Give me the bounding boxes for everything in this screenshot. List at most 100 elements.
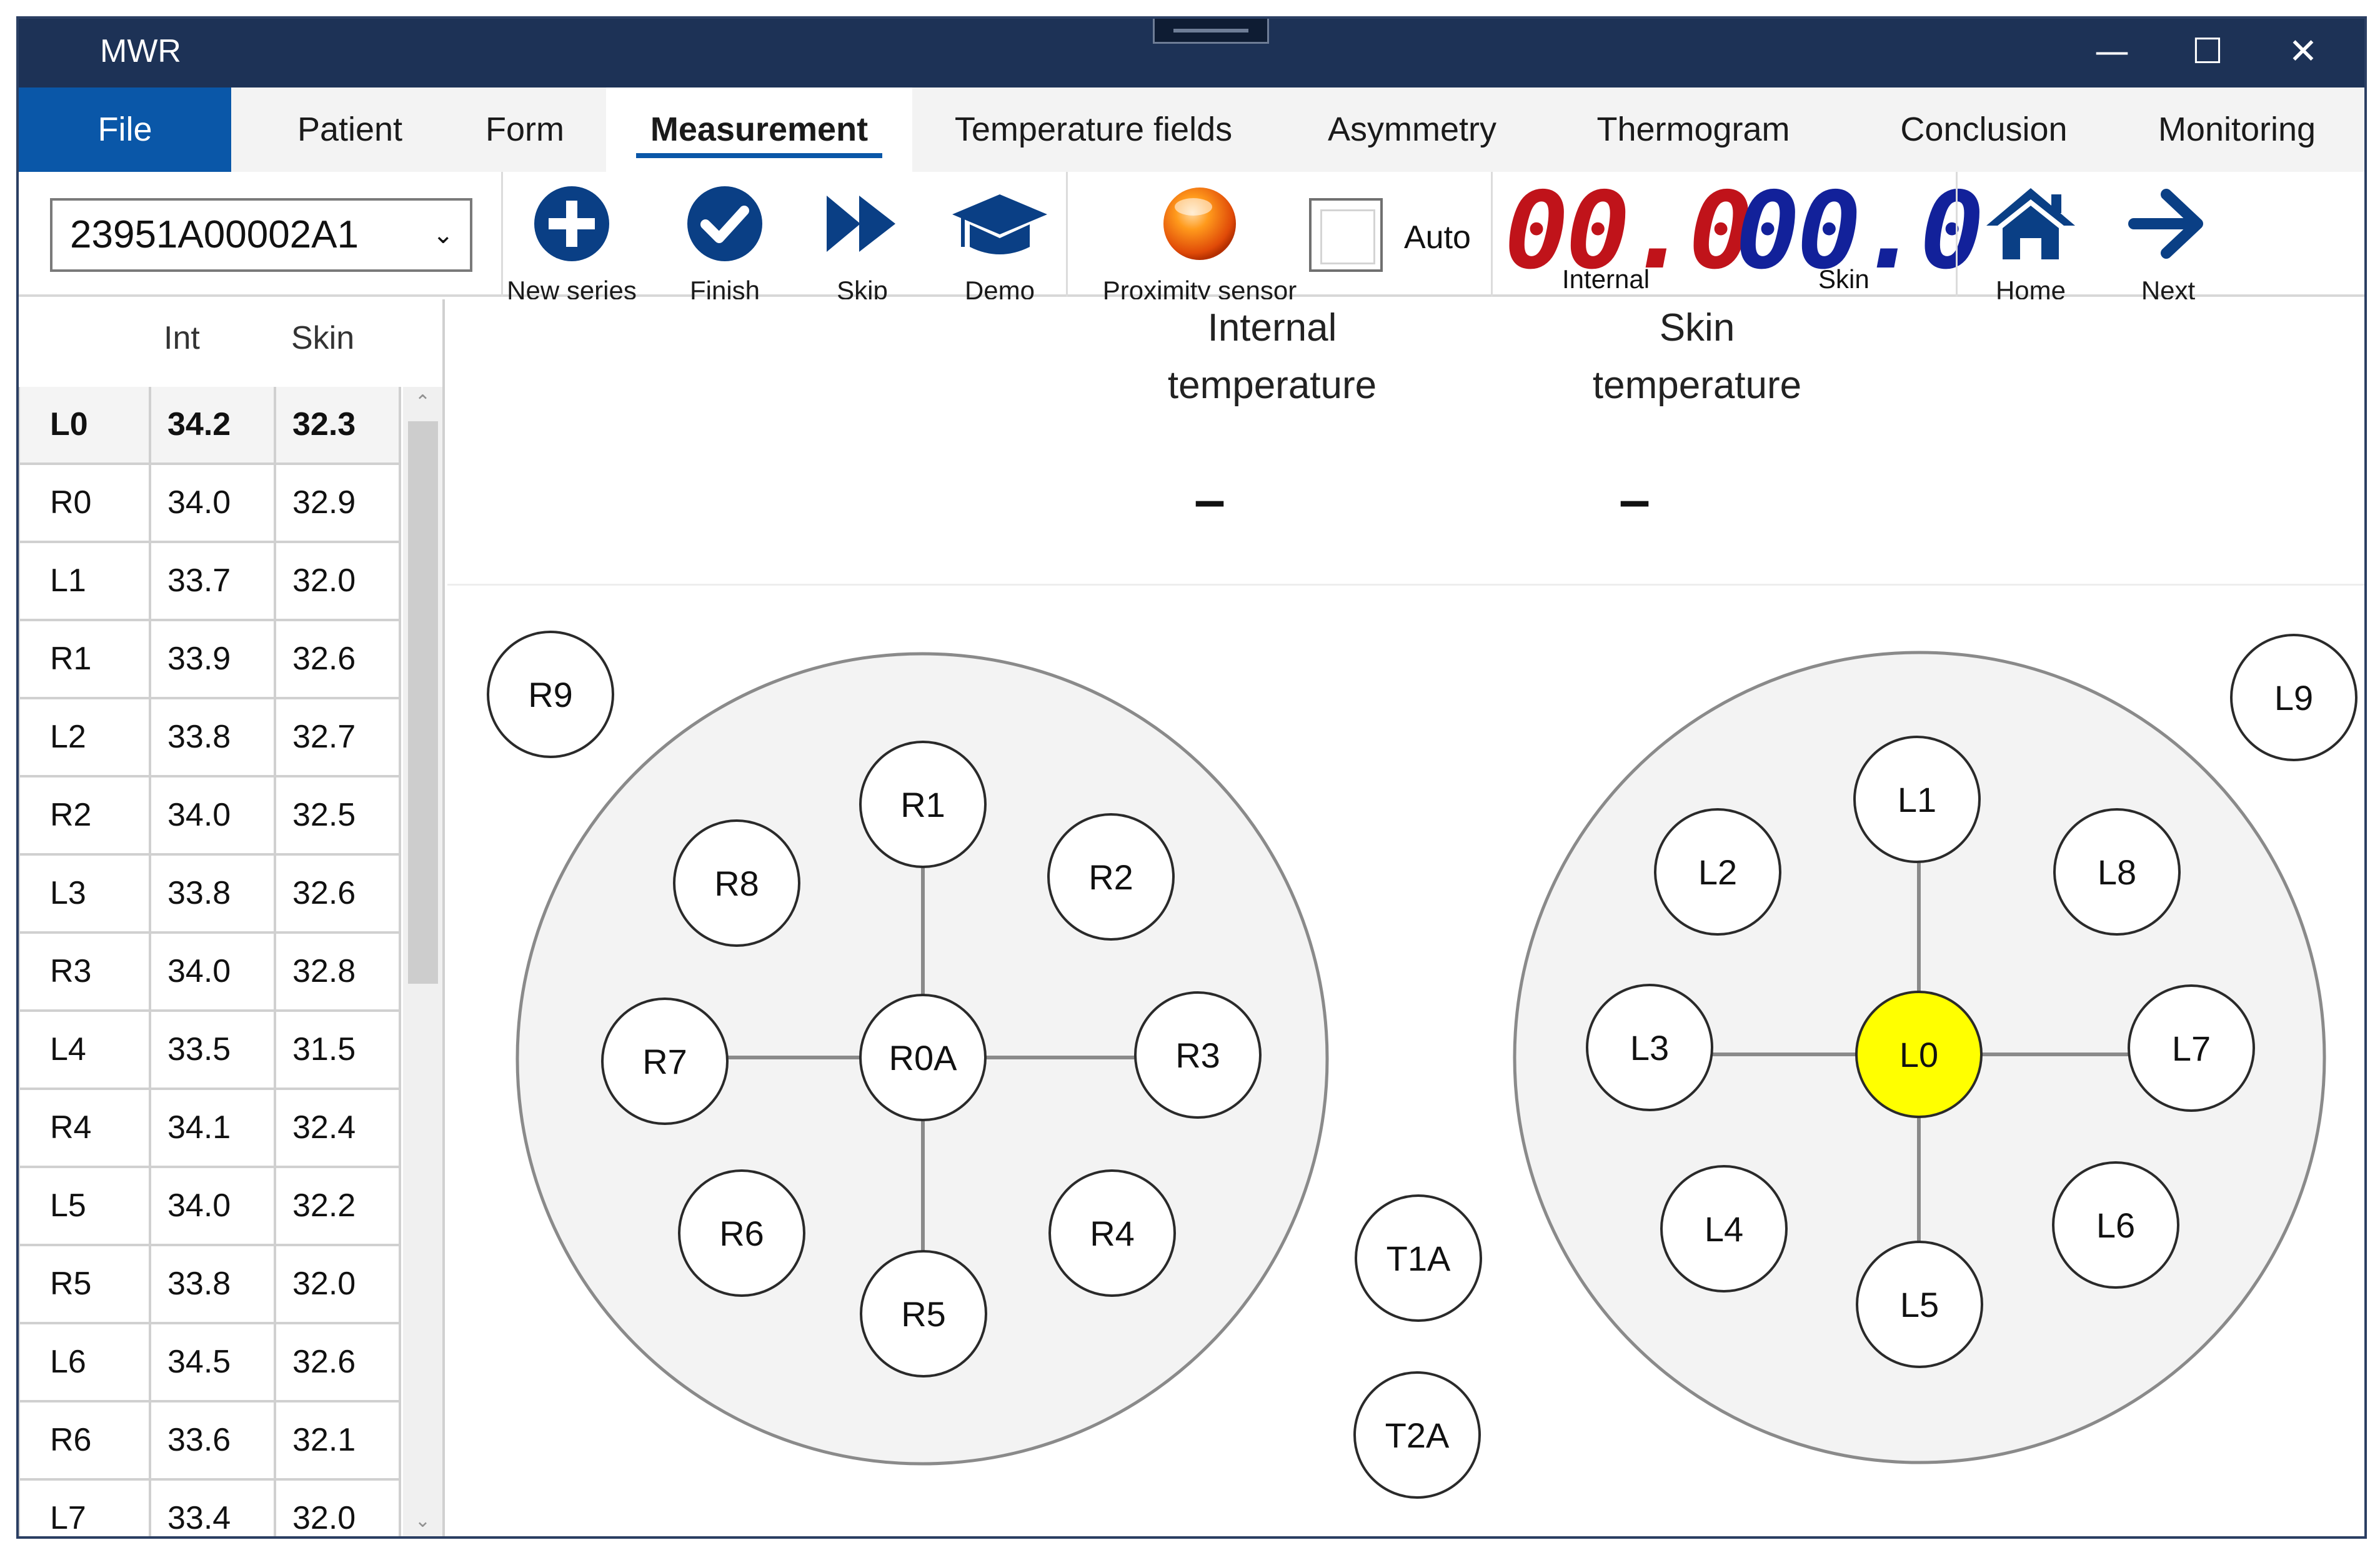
tab-asymmetry[interactable]: Asymmetry <box>1287 88 1537 172</box>
finish-button[interactable]: Finish <box>669 183 781 305</box>
maximize-button[interactable]: ☐ <box>2183 30 2233 74</box>
menu-file[interactable]: File <box>19 88 231 172</box>
point-label: R3 <box>1175 1036 1220 1075</box>
point-label: L8 <box>2098 852 2136 892</box>
tablet-grip-handle[interactable] <box>1153 19 1269 44</box>
point-cell: L1 <box>19 543 151 619</box>
skin-cell: 32.0 <box>276 543 401 619</box>
int-cell: 34.2 <box>151 387 276 462</box>
toolbar-divider <box>1066 172 1068 297</box>
skin-cell: 32.0 <box>276 1481 401 1536</box>
device-select[interactable]: 23951A00002A1 ⌄ <box>50 198 472 272</box>
point-label: L1 <box>1898 780 1936 819</box>
skin-cell: 32.1 <box>276 1402 401 1478</box>
int-cell: 33.5 <box>151 1012 276 1088</box>
int-cell: 34.0 <box>151 934 276 1009</box>
measurement-point-r7[interactable]: R7 <box>601 998 729 1125</box>
table-row[interactable]: L0 34.2 32.3 <box>19 387 401 465</box>
skin-cell: 32.2 <box>276 1168 401 1244</box>
point-cell: R6 <box>19 1402 151 1478</box>
table-row[interactable]: L1 33.7 32.0 <box>19 543 401 621</box>
measurement-point-l2[interactable]: L2 <box>1654 808 1781 936</box>
measurement-point-l6[interactable]: L6 <box>2052 1161 2179 1289</box>
minimize-button[interactable]: — <box>2087 30 2137 74</box>
measurement-point-l8[interactable]: L8 <box>2053 808 2181 936</box>
measurement-point-r1[interactable]: R1 <box>859 741 987 868</box>
next-button[interactable]: Next <box>2112 183 2224 305</box>
measurement-point-r9[interactable]: R9 <box>487 631 614 758</box>
measurement-point-t1a[interactable]: T1A <box>1355 1194 1482 1322</box>
tab-monitoring[interactable]: Monitoring <box>2118 88 2356 172</box>
table-row[interactable]: R3 34.0 32.8 <box>19 934 401 1012</box>
measurement-point-r8[interactable]: R8 <box>673 819 800 947</box>
measurement-point-l9[interactable]: L9 <box>2230 634 2358 761</box>
new-series-button[interactable]: New series <box>504 183 640 305</box>
close-button[interactable]: ✕ <box>2278 30 2328 74</box>
measurement-point-l5[interactable]: L5 <box>1856 1241 1983 1368</box>
int-cell: 34.1 <box>151 1090 276 1166</box>
point-cell: L3 <box>19 856 151 931</box>
measurement-point-r2[interactable]: R2 <box>1047 813 1175 941</box>
measurement-point-r3[interactable]: R3 <box>1134 991 1262 1119</box>
point-label: L3 <box>1630 1028 1669 1068</box>
measurement-point-r5[interactable]: R5 <box>860 1250 987 1378</box>
skin-cell: 32.9 <box>276 465 401 541</box>
table-row[interactable]: R6 33.6 32.1 <box>19 1402 401 1481</box>
measurement-point-r4[interactable]: R4 <box>1048 1169 1176 1297</box>
skin-cell: 32.7 <box>276 699 401 775</box>
demo-button[interactable]: Demo <box>944 183 1056 305</box>
point-label: T1A <box>1387 1239 1451 1278</box>
point-cell: L6 <box>19 1324 151 1400</box>
skin-cell: 31.5 <box>276 1012 401 1088</box>
table-row[interactable]: R2 34.0 32.5 <box>19 778 401 856</box>
scroll-down-icon[interactable]: ⌄ <box>403 1506 442 1536</box>
home-button[interactable]: Home <box>1974 183 2087 305</box>
table-row[interactable]: L7 33.4 32.0 <box>19 1481 401 1536</box>
home-icon <box>1986 188 2075 259</box>
int-cell: 33.8 <box>151 699 276 775</box>
point-label: R8 <box>714 864 759 903</box>
tab-measurement[interactable]: Measurement <box>606 88 912 172</box>
table-row[interactable]: L3 33.8 32.6 <box>19 856 401 934</box>
tab-thermogram[interactable]: Thermogram <box>1556 88 1831 172</box>
point-cell: R3 <box>19 934 151 1009</box>
table-row[interactable]: R0 34.0 32.9 <box>19 465 401 543</box>
table-row[interactable]: R4 34.1 32.4 <box>19 1090 401 1168</box>
measurement-point-l4[interactable]: L4 <box>1660 1165 1788 1292</box>
skin-cell: 32.8 <box>276 934 401 1009</box>
graduation-cap-icon <box>952 194 1047 254</box>
table-row[interactable]: R1 33.9 32.6 <box>19 621 401 699</box>
toolbar: 23951A00002A1 ⌄ New series Finish Skip D… <box>19 172 2364 305</box>
tab-temperature-fields[interactable]: Temperature fields <box>937 88 1250 172</box>
title-bar[interactable]: MWR — ☐ ✕ <box>19 19 2364 88</box>
measurement-point-l1[interactable]: L1 <box>1853 736 1981 863</box>
measurement-point-l3[interactable]: L3 <box>1586 984 1713 1111</box>
table-row[interactable]: R5 33.8 32.0 <box>19 1246 401 1324</box>
measurement-point-l0[interactable]: L0 <box>1855 991 1983 1118</box>
table-row[interactable]: L5 34.0 32.2 <box>19 1168 401 1246</box>
point-label: R0A <box>889 1038 958 1078</box>
toolbar-divider <box>501 172 503 297</box>
scroll-up-icon[interactable]: ⌃ <box>403 387 442 418</box>
table-row[interactable]: L6 34.5 32.6 <box>19 1324 401 1402</box>
scrollbar-thumb[interactable] <box>408 421 438 984</box>
tab-patient[interactable]: Patient <box>256 88 444 172</box>
measurement-point-r6[interactable]: R6 <box>678 1169 805 1297</box>
point-cell: R2 <box>19 778 151 853</box>
table-scrollbar[interactable]: ⌃ ⌄ <box>403 387 442 1536</box>
plus-circle-icon <box>534 186 609 261</box>
point-label: T2A <box>1385 1416 1450 1455</box>
skin-cell: 32.3 <box>276 387 401 462</box>
measurement-point-r0a[interactable]: R0A <box>859 994 987 1121</box>
measurement-point-l7[interactable]: L7 <box>2128 984 2255 1112</box>
tab-conclusion[interactable]: Conclusion <box>1856 88 2112 172</box>
tab-form[interactable]: Form <box>444 88 606 172</box>
table-row[interactable]: L4 33.5 31.5 <box>19 1012 401 1090</box>
measurement-point-t2a[interactable]: T2A <box>1353 1371 1481 1499</box>
internal-display-label: Internal <box>1562 264 1650 294</box>
auto-checkbox[interactable] <box>1309 198 1383 272</box>
skip-button[interactable]: Skip <box>806 183 919 305</box>
table-row[interactable]: L2 33.8 32.7 <box>19 699 401 778</box>
fast-forward-icon <box>827 196 895 252</box>
point-label: L9 <box>2274 678 2313 718</box>
